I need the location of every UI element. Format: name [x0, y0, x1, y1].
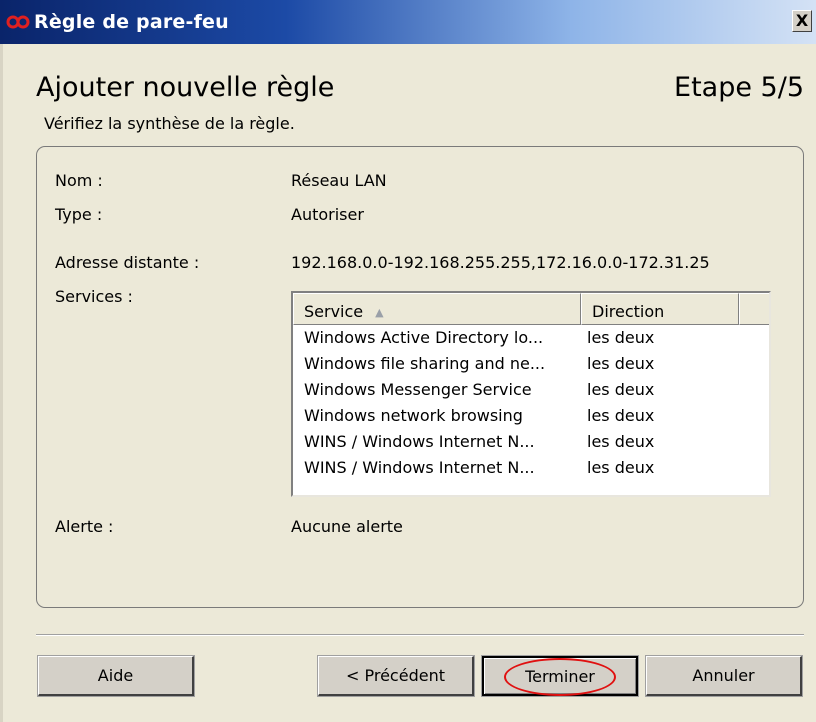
cancel-button[interactable]: Annuler: [645, 655, 803, 697]
column-header-direction-label: Direction: [592, 302, 665, 321]
alert-value: Aucune alerte: [291, 517, 403, 536]
help-button[interactable]: Aide: [37, 655, 195, 697]
service-cell: Windows Messenger Service: [304, 380, 532, 399]
direction-cell: les deux: [587, 354, 655, 373]
table-row[interactable]: Windows Messenger Service les deux: [293, 379, 769, 404]
footer-divider: [36, 634, 804, 636]
close-icon: X: [795, 11, 809, 30]
name-value: Réseau LAN: [291, 171, 387, 190]
service-cell: WINS / Windows Internet N...: [304, 458, 535, 477]
direction-cell: les deux: [587, 328, 655, 347]
table-row[interactable]: WINS / Windows Internet N... les deux: [293, 431, 769, 456]
direction-cell: les deux: [587, 432, 655, 451]
table-row[interactable]: Windows network browsing les deux: [293, 405, 769, 430]
services-label: Services :: [55, 287, 133, 306]
rule-summary-panel: Nom : Réseau LAN Type : Autoriser Adress…: [36, 146, 804, 608]
page-title: Ajouter nouvelle règle: [36, 72, 335, 103]
direction-cell: les deux: [587, 380, 655, 399]
finish-button[interactable]: Terminer: [481, 655, 639, 697]
service-cell: Windows network browsing: [304, 406, 523, 425]
column-header-direction[interactable]: Direction: [581, 293, 739, 325]
window-border: [0, 44, 3, 722]
previous-button[interactable]: < Précédent: [317, 655, 475, 697]
services-list-header: Service ▲ Direction: [293, 293, 769, 325]
service-cell: Windows file sharing and ne...: [304, 354, 546, 373]
direction-cell: les deux: [587, 406, 655, 425]
page-subtitle: Vérifiez la synthèse de la règle.: [44, 114, 295, 133]
remote-address-label: Adresse distante :: [55, 253, 200, 272]
remote-address-value: 192.168.0.0-192.168.255.255,172.16.0.0-1…: [291, 253, 710, 272]
infinity-logo-icon: [6, 13, 30, 31]
alert-label: Alerte :: [55, 517, 114, 536]
services-list[interactable]: Service ▲ Direction Windows Active Direct…: [291, 291, 771, 497]
step-indicator: Etape 5/5: [674, 72, 804, 103]
table-row[interactable]: WINS / Windows Internet N... les deux: [293, 457, 769, 482]
column-header-service[interactable]: Service ▲: [293, 293, 581, 325]
name-label: Nom :: [55, 171, 103, 190]
table-row[interactable]: Windows Active Directory lo... les deux: [293, 327, 769, 352]
firewall-rule-dialog: Règle de pare-feu X Ajouter nouvelle règ…: [0, 0, 816, 722]
table-row[interactable]: Windows file sharing and ne... les deux: [293, 353, 769, 378]
type-value: Autoriser: [291, 205, 364, 224]
close-button[interactable]: X: [792, 10, 812, 32]
column-header-service-label: Service: [304, 302, 364, 321]
column-header-filler: [739, 293, 769, 325]
service-cell: Windows Active Directory lo...: [304, 328, 544, 347]
sort-ascending-icon: ▲: [375, 306, 384, 319]
title-bar[interactable]: Règle de pare-feu X: [0, 0, 816, 44]
service-cell: WINS / Windows Internet N...: [304, 432, 535, 451]
direction-cell: les deux: [587, 458, 655, 477]
type-label: Type :: [55, 205, 103, 224]
window-title: Règle de pare-feu: [34, 11, 229, 33]
